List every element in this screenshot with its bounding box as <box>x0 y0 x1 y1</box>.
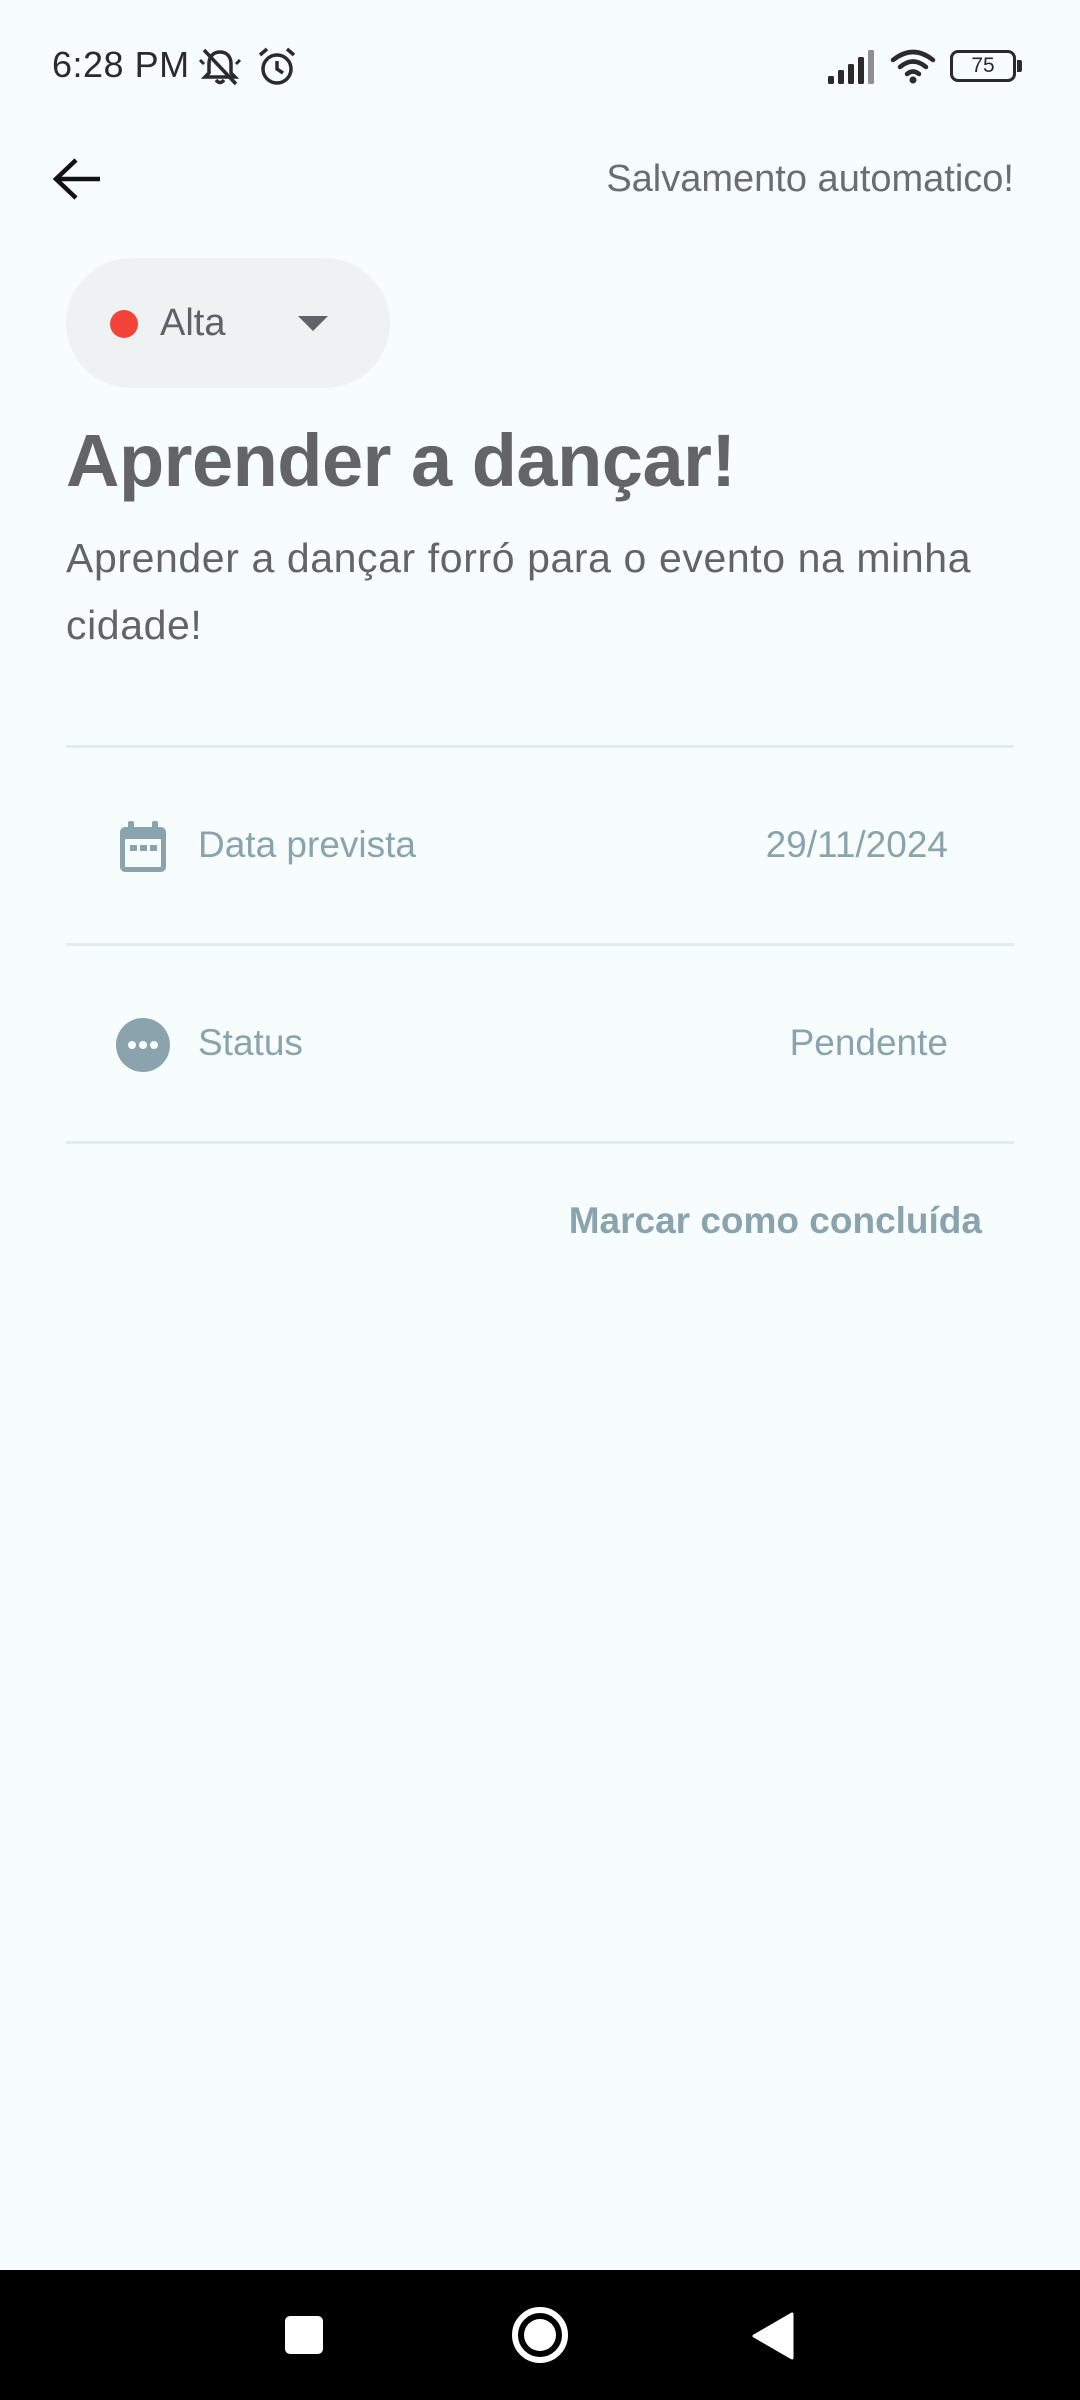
wifi-icon <box>890 48 936 84</box>
due-date-value: 29/11/2024 <box>765 824 948 865</box>
task-title[interactable]: Aprender a dançar! <box>66 418 736 503</box>
battery-level: 75 <box>971 54 995 77</box>
due-date-row[interactable]: Data prevista 29/11/2024 <box>66 748 1014 943</box>
back-triangle-icon[interactable] <box>752 2312 794 2365</box>
status-bar: 6:28 PM 75 <box>0 0 1080 134</box>
priority-label: Alta <box>160 302 226 344</box>
mark-complete-button[interactable]: Marcar como concluída <box>569 1200 982 1242</box>
status-time: 6:28 PM <box>52 44 190 85</box>
autosave-status: Salvamento automatico! <box>606 158 1014 200</box>
back-button[interactable] <box>44 145 112 213</box>
status-value: Pendente <box>789 1022 948 1063</box>
status-row[interactable]: Status Pendente <box>66 946 1014 1141</box>
home-circle-icon[interactable] <box>510 2305 570 2370</box>
battery-icon: 75 <box>950 50 1022 82</box>
navigation-bar <box>0 2270 1080 2400</box>
recents-square-icon[interactable] <box>284 2315 324 2360</box>
signal-icon <box>828 50 876 84</box>
calendar-icon <box>114 818 172 876</box>
alarm-icon <box>256 46 298 88</box>
due-date-label: Data prevista <box>198 824 416 865</box>
bell-off-icon <box>198 46 242 88</box>
divider <box>66 1141 1014 1144</box>
arrow-left-icon <box>52 158 100 200</box>
status-label: Status <box>198 1022 303 1063</box>
task-description[interactable]: Aprender a dançar forró para o evento na… <box>66 525 1026 659</box>
priority-dropdown[interactable]: Alta <box>66 258 390 388</box>
caret-down-icon <box>298 316 328 331</box>
more-horizontal-circle-icon <box>114 1016 172 1074</box>
priority-color-dot <box>110 310 138 338</box>
